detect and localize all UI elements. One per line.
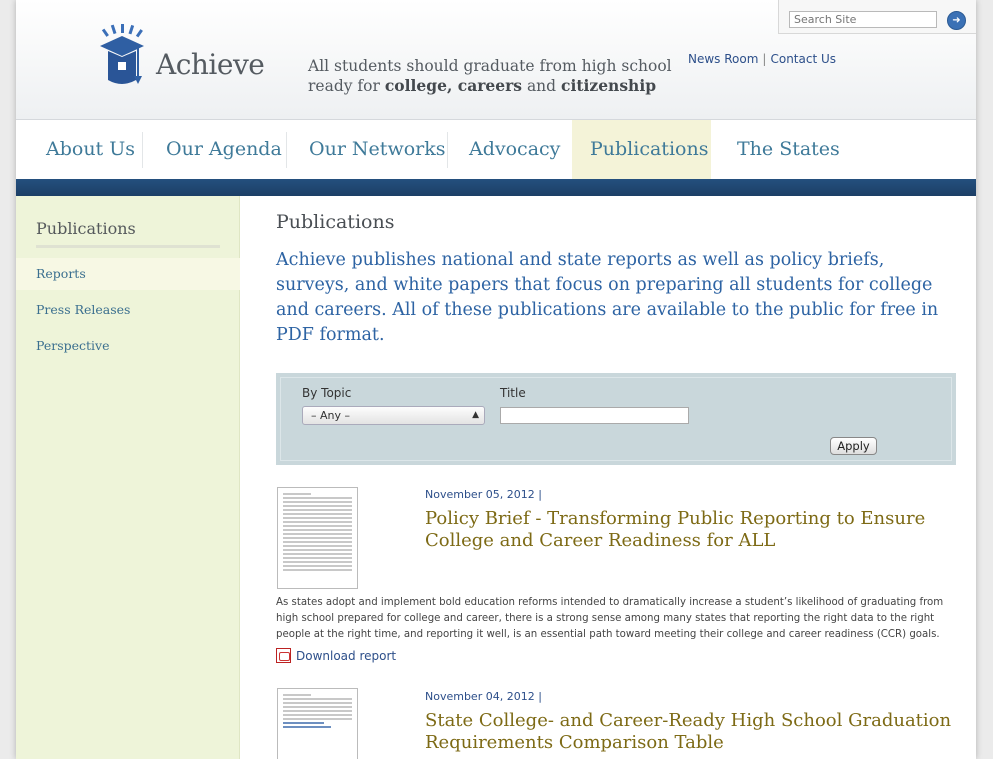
header: Achieve All students should graduate fro… [16,0,976,120]
entry-date: November 04, 2012 | [425,690,542,703]
nav-divider [142,132,143,168]
nav-the-states[interactable]: The States [719,120,858,179]
tagline-line-1: All students should graduate from high s… [308,57,672,75]
report-thumbnail[interactable] [277,688,358,759]
nav-accent-bar [16,179,976,196]
tagline-and: and [522,77,562,95]
nav-our-agenda[interactable]: Our Agenda [148,120,300,179]
news-room-link[interactable]: News Room [688,52,758,66]
nav-divider [447,132,448,168]
tagline-bold-2: citizenship [561,76,657,95]
topic-label: By Topic [302,386,352,400]
search-arrow-icon[interactable]: ➜ [947,11,966,30]
nav-divider [286,132,287,168]
nav-advocacy[interactable]: Advocacy [451,120,578,179]
top-links: News Room | Contact Us [688,52,836,66]
sidebar: Publications Reports Press Releases Pers… [16,196,240,759]
tagline-line-2: ready for college, careers and citizensh… [308,76,672,96]
title-input[interactable] [500,407,689,424]
page: Achieve All students should graduate fro… [16,0,976,759]
download-label: Download report [296,649,397,663]
title-label: Title [500,386,526,400]
filter-inner: By Topic Title – Any – ▲ Apply [280,377,952,461]
sidebar-divider [36,245,220,248]
logo-text[interactable]: Achieve [156,48,265,81]
page-title: Publications [276,211,395,233]
download-report-link[interactable]: Download report [276,648,396,663]
contact-us-link[interactable]: Contact Us [770,52,836,66]
nav-our-networks[interactable]: Our Networks [291,120,464,179]
main-nav: About Us Our Agenda Our Networks Advocac… [16,120,976,179]
topic-select-value: – Any – [311,409,350,422]
report-thumbnail[interactable] [277,487,358,589]
sidebar-item-press-releases[interactable]: Press Releases [16,294,240,326]
pdf-icon [276,648,291,663]
nav-publications[interactable]: Publications [572,120,711,179]
sidebar-title: Publications [36,219,136,238]
sidebar-item-reports[interactable]: Reports [16,258,240,290]
tagline: All students should graduate from high s… [308,56,672,96]
apply-button[interactable]: Apply [830,437,877,455]
tagline-bold-1: college, careers [384,76,523,95]
entry-title-link[interactable]: Policy Brief - Transforming Public Repor… [425,508,945,552]
entry-description: As states adopt and implement bold educa… [276,597,944,640]
link-separator: | [762,52,767,66]
select-arrows-icon: ▲ [472,410,479,420]
intro-text: Achieve publishes national and state rep… [276,250,939,345]
sidebar-item-perspective[interactable]: Perspective [16,330,240,362]
filter-panel: By Topic Title – Any – ▲ Apply [276,373,956,465]
topic-select[interactable]: – Any – ▲ [302,406,485,425]
search-box: ➜ [778,0,976,34]
entry-title-link[interactable]: State College- and Career-Ready High Sch… [425,710,955,754]
nav-about-us[interactable]: About Us [28,120,153,179]
search-input[interactable] [789,11,937,28]
tagline-ready: ready for [308,77,385,95]
entry-date: November 05, 2012 | [425,488,542,501]
